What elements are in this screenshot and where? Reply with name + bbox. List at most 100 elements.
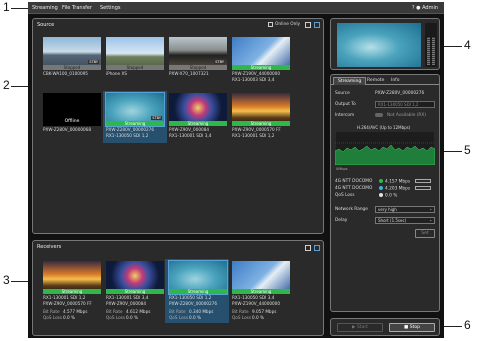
output-to-label: Output To [335, 102, 356, 107]
output-to-field[interactable]: RX1-130050 SDI 1,2 [375, 101, 435, 108]
bitrate-graph [335, 131, 435, 165]
set-button[interactable]: Set [415, 229, 435, 238]
chart-bottom-label: 0Mbps [336, 167, 348, 171]
tab-bar: Streaming Remote Info [331, 75, 439, 85]
callout-1: 1 [3, 0, 10, 14]
online-only-label[interactable]: Online Only [275, 22, 300, 27]
audio-meter-right [432, 37, 435, 65]
receiver-source: PXW-Z280V_00000276 [169, 301, 218, 306]
stby-badge: STBY [214, 60, 225, 64]
status-bar: Stopped [169, 65, 227, 70]
source-thumb-4[interactable]: Streaming [232, 37, 290, 70]
audio-meter-left [427, 37, 430, 65]
receiver-source: PXW-Z90V_000084 [106, 301, 147, 306]
source-thumb-8[interactable]: Streaming [232, 93, 290, 126]
callout-4: 4 [464, 38, 471, 52]
source-thumb-1[interactable]: STBY Stopped [43, 37, 101, 70]
receiver-source: PXW-Z90V_0000570 FF [43, 301, 92, 306]
intercom-value: Not Available (RX) [387, 113, 426, 118]
help-icon[interactable]: ? [412, 5, 415, 11]
delay-label: Delay [335, 218, 348, 223]
offline-label: Offline [64, 119, 80, 124]
audio-meter [425, 23, 437, 67]
network-range-select[interactable]: very high [375, 206, 435, 213]
qos-loss-value: 0.0 % [189, 315, 201, 320]
status-bar: Streaming [169, 121, 227, 126]
grid-view-icon[interactable] [314, 245, 320, 251]
status-bar: Streaming [106, 289, 164, 294]
receivers-title: Receivers [37, 244, 62, 250]
link-value-1: 4.157 Mbps [379, 179, 410, 185]
start-label: Start [356, 325, 368, 330]
user-label[interactable]: Admin [422, 5, 438, 11]
status-bar: Streaming [169, 289, 227, 294]
stop-label: Stop [409, 325, 420, 330]
status-bar: Streaming [106, 121, 164, 126]
chart-title: H.264/AVC (Up to 12Mbps) [357, 125, 411, 130]
qos-loss-label: QoS Loss [232, 315, 252, 320]
callout-6: 6 [464, 318, 471, 332]
callout-2: 2 [3, 78, 10, 92]
tab-info[interactable]: Info [387, 77, 404, 85]
network-range-label: Network Range [335, 207, 368, 212]
receiver-thumb-1[interactable]: Streaming [43, 261, 101, 294]
chevron-down-icon: ⌄ [429, 217, 433, 222]
link-dot-white [379, 193, 383, 197]
menu-streaming[interactable]: Streaming [32, 5, 58, 11]
link-value-2: 4.203 Mbps [379, 186, 410, 192]
stby-badge: STBY [88, 60, 99, 64]
source-output: RX1-130001 SDI 1,2 [232, 133, 275, 138]
receiver-thumb-2[interactable]: Streaming [106, 261, 164, 294]
link-name-2: 4G NTT DOCOMO [335, 186, 373, 191]
menu-settings[interactable]: Settings [100, 5, 121, 11]
qos-loss-label: QoS Loss [43, 315, 63, 320]
source-panel: Source Online Only STBY Stopped CBK-WA10… [32, 18, 324, 234]
grid-view-icon[interactable] [314, 22, 320, 28]
link-dot-blue [379, 186, 383, 190]
account-area[interactable]: ? ● Admin [412, 5, 438, 11]
qos-loss-value: 0.0 % [126, 315, 138, 320]
callout-line-5 [444, 151, 462, 152]
source-caption: PXW-Z280V_00000068 [43, 127, 92, 132]
tab-remote[interactable]: Remote [363, 77, 388, 85]
source-thumb-5[interactable]: Offline [43, 93, 101, 126]
preview-video [337, 23, 421, 67]
source-thumb-3[interactable]: STBY Stopped [169, 37, 227, 70]
link-value-text: 4.203 Mbps [385, 186, 411, 192]
qos-loss-value: 0.0 % [379, 193, 397, 199]
list-view-icon[interactable] [305, 245, 311, 251]
stop-button[interactable]: ■ Stop [389, 323, 435, 332]
user-icon[interactable]: ● [416, 5, 420, 11]
start-button[interactable]: ▶ Start [337, 323, 383, 332]
list-view-icon[interactable] [305, 22, 311, 28]
preview-panel [330, 18, 440, 70]
receivers-panel: Receivers Streaming RX1-130001 SDI 1,2 P… [32, 240, 324, 336]
source-output: RX1-130003 SDI 3,4 [232, 77, 275, 82]
delay-select[interactable]: Short (1.5sec) [375, 217, 435, 224]
source-caption: iPhone XS [106, 71, 127, 76]
status-bar: Streaming [43, 289, 101, 294]
receiver-thumb-4[interactable]: Streaming [232, 261, 290, 294]
intercom-label: Intercom [335, 113, 355, 118]
source-thumb-7[interactable]: Streaming [169, 93, 227, 126]
source-output: RX1-130001 SDI 3,4 [169, 133, 212, 138]
menu-file-transfer[interactable]: File Transfer [62, 5, 92, 11]
source-caption: PXW-X70_1007321 [169, 71, 209, 76]
source-thumb-2[interactable]: Stopped [106, 37, 164, 70]
source-label: Source [335, 91, 350, 96]
top-menu-bar: Streaming File Transfer Settings ? ● Adm… [28, 2, 444, 14]
source-caption: CBK-WA100_0100095 [43, 71, 88, 76]
detail-panel: Streaming Remote Info Source PXW-Z280V_0… [330, 74, 440, 312]
source-thumb-6[interactable]: STBY Streaming [105, 92, 165, 127]
link-name-1: 4G NTT DOCOMO [335, 179, 373, 184]
stby-badge: STBY [151, 116, 162, 120]
callout-line-4 [444, 46, 462, 47]
source-output: RX1-130050 SDI 1,2 [106, 133, 149, 138]
tab-streaming[interactable]: Streaming [333, 77, 367, 85]
status-bar: Streaming [232, 121, 290, 126]
qos-loss-text: 0.0 % [385, 193, 398, 199]
intercom-toggle[interactable] [375, 113, 383, 117]
online-only-checkbox[interactable] [268, 22, 273, 27]
receiver-source: PXW-Z190V_44000000 [232, 301, 281, 306]
receiver-thumb-3[interactable]: Streaming [168, 260, 228, 295]
